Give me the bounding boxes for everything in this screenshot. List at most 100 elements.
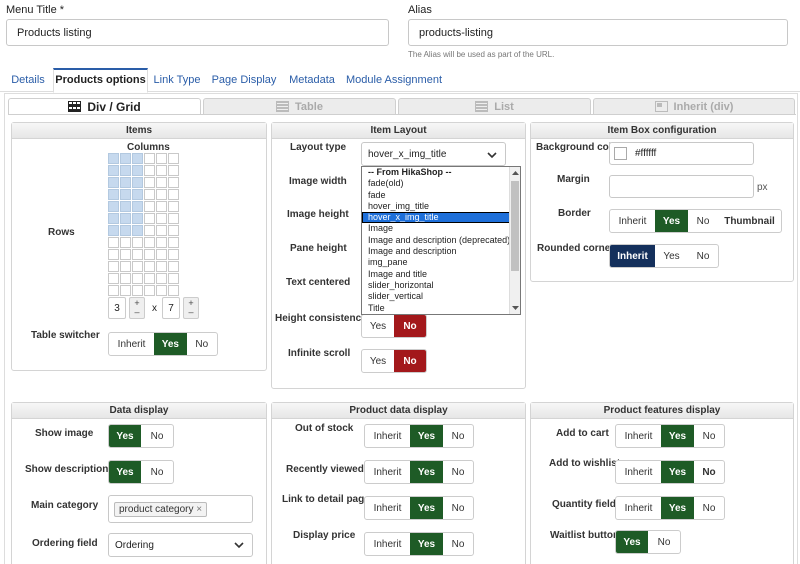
grid-cell[interactable] xyxy=(168,225,179,236)
alias-input[interactable]: products-listing xyxy=(408,19,788,46)
dropdown-option[interactable]: Image and description xyxy=(362,246,520,257)
no-option[interactable]: No xyxy=(648,531,680,553)
dropdown-option[interactable]: img_pane xyxy=(362,257,520,268)
no-option[interactable]: No xyxy=(187,333,217,355)
grid-cell[interactable] xyxy=(120,189,131,200)
grid-cell[interactable] xyxy=(168,189,179,200)
no-option[interactable]: No xyxy=(694,425,724,447)
columns-stepper[interactable]: + – xyxy=(183,297,199,319)
grid-cell[interactable] xyxy=(168,273,179,284)
subtab-table[interactable]: Table xyxy=(203,98,396,115)
tab-module-assignment[interactable]: Module Assignment xyxy=(345,68,443,92)
grid-cell[interactable] xyxy=(168,201,179,212)
grid-cell[interactable] xyxy=(144,165,155,176)
subtab-div-grid[interactable]: Div / Grid xyxy=(8,98,201,115)
link-detail-toggle[interactable]: Inherit Yes No xyxy=(364,496,474,520)
scroll-down-icon[interactable] xyxy=(511,304,520,312)
chevron-down-icon[interactable] xyxy=(233,539,245,551)
grid-cell[interactable] xyxy=(132,273,143,284)
grid-cell[interactable] xyxy=(108,261,119,272)
out-of-stock-toggle[interactable]: Inherit Yes No xyxy=(364,424,474,448)
yes-option[interactable]: Yes xyxy=(655,210,688,232)
inherit-option[interactable]: Inherit xyxy=(616,461,661,483)
yes-option[interactable]: Yes xyxy=(661,461,694,483)
dropdown-option[interactable]: fade(old) xyxy=(362,178,520,189)
yes-option[interactable]: Yes xyxy=(362,315,394,337)
grid-cell[interactable] xyxy=(156,261,167,272)
grid-cell[interactable] xyxy=(108,189,119,200)
dropdown-option-selected[interactable]: hover_x_img_title xyxy=(362,212,520,224)
grid-cell[interactable] xyxy=(132,213,143,224)
infinite-scroll-toggle[interactable]: Yes No xyxy=(361,349,427,373)
grid-cell[interactable] xyxy=(108,165,119,176)
grid-cell[interactable] xyxy=(156,285,167,296)
ordering-field-select[interactable]: Ordering xyxy=(108,533,253,557)
grid-cell[interactable] xyxy=(168,285,179,296)
yes-option[interactable]: Yes xyxy=(109,461,141,483)
add-to-wishlist-toggle[interactable]: Inherit Yes No xyxy=(615,460,725,484)
minus-icon[interactable]: – xyxy=(134,308,139,317)
grid-cell[interactable] xyxy=(168,261,179,272)
grid-cell[interactable] xyxy=(120,237,131,248)
dropdown-option[interactable]: fade xyxy=(362,190,520,201)
minus-icon[interactable]: – xyxy=(188,308,193,317)
grid-cell[interactable] xyxy=(144,225,155,236)
grid-cell[interactable] xyxy=(120,249,131,260)
grid-cell[interactable] xyxy=(168,237,179,248)
border-toggle[interactable]: Inherit Yes No Thumbnail xyxy=(609,209,782,233)
layout-type-select[interactable]: hover_x_img_title xyxy=(361,142,506,166)
grid-cell[interactable] xyxy=(168,165,179,176)
grid-cell[interactable] xyxy=(156,153,167,164)
grid-cell[interactable] xyxy=(156,237,167,248)
inherit-option[interactable]: Inherit xyxy=(365,497,410,519)
no-option[interactable]: No xyxy=(394,350,426,372)
grid-cell[interactable] xyxy=(156,189,167,200)
scrollbar-thumb[interactable] xyxy=(511,181,519,271)
grid-cell[interactable] xyxy=(120,273,131,284)
grid-cell[interactable] xyxy=(156,165,167,176)
no-option[interactable]: No xyxy=(141,425,173,447)
dropdown-option[interactable]: Image and description (deprecated) xyxy=(362,235,520,246)
no-option[interactable]: No xyxy=(694,497,724,519)
rows-columns-grid[interactable] xyxy=(108,153,179,296)
inherit-option[interactable]: Inherit xyxy=(616,425,661,447)
inherit-option[interactable]: Inherit xyxy=(616,497,661,519)
grid-cell[interactable] xyxy=(132,285,143,296)
yes-option[interactable]: Yes xyxy=(410,497,443,519)
no-option[interactable]: No xyxy=(443,425,473,447)
yes-option[interactable]: Yes xyxy=(616,531,648,553)
inherit-option[interactable]: Inherit xyxy=(109,333,154,355)
dropdown-option[interactable]: slider_vertical xyxy=(362,291,520,302)
tab-products-options[interactable]: Products options xyxy=(53,68,148,93)
grid-cell[interactable] xyxy=(144,285,155,296)
color-swatch[interactable] xyxy=(614,147,627,160)
grid-cell[interactable] xyxy=(156,201,167,212)
no-option[interactable]: No xyxy=(443,461,473,483)
close-icon[interactable]: × xyxy=(196,504,202,515)
grid-cell[interactable] xyxy=(156,273,167,284)
grid-cell[interactable] xyxy=(120,165,131,176)
subtab-list[interactable]: List xyxy=(398,98,591,115)
no-option[interactable]: No xyxy=(443,533,473,555)
tab-page-display[interactable]: Page Display xyxy=(209,68,279,92)
grid-cell[interactable] xyxy=(144,189,155,200)
grid-cell[interactable] xyxy=(108,237,119,248)
grid-cell[interactable] xyxy=(120,225,131,236)
grid-cell[interactable] xyxy=(144,261,155,272)
rounded-corners-toggle[interactable]: Inherit Yes No xyxy=(609,244,719,268)
grid-cell[interactable] xyxy=(132,177,143,188)
no-option[interactable]: No xyxy=(394,315,426,337)
inherit-option[interactable]: Inherit xyxy=(365,533,410,555)
grid-cell[interactable] xyxy=(132,189,143,200)
waitlist-toggle[interactable]: Yes No xyxy=(615,530,681,554)
recently-viewed-toggle[interactable]: Inherit Yes No xyxy=(364,460,474,484)
add-to-cart-toggle[interactable]: Inherit Yes No xyxy=(615,424,725,448)
dropdown-scrollbar[interactable] xyxy=(509,167,520,314)
category-chip[interactable]: product category × xyxy=(114,502,208,517)
grid-cell[interactable] xyxy=(144,177,155,188)
yes-option[interactable]: Yes xyxy=(109,425,141,447)
height-consistency-toggle[interactable]: Yes No xyxy=(361,314,427,338)
no-option[interactable]: No xyxy=(443,497,473,519)
rows-stepper[interactable]: + – xyxy=(129,297,145,319)
grid-cell[interactable] xyxy=(108,177,119,188)
